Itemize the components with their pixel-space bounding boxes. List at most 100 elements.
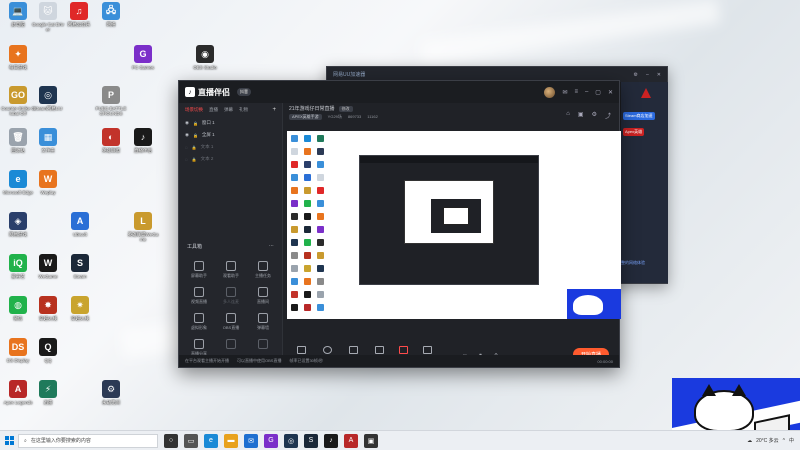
share-icon[interactable]: ⤴ [605, 111, 611, 120]
taskbar-app-icon[interactable]: A [344, 433, 358, 448]
tab-live[interactable]: 直播 [209, 107, 218, 113]
scene-list: ◉ 🔒 窗口 1 ◉ 🔒 全屏 1 ◌ 🔒 文本 1 ◌ 🔒 文本 2 [179, 117, 282, 165]
settings-icon[interactable]: ⚙ [592, 111, 597, 120]
toolbox-item[interactable]: 虚拟形象 [183, 313, 215, 331]
desktop-shortcut[interactable]: ♫ 网易云音乐 [62, 2, 96, 27]
desktop-shortcut[interactable]: ◎ Steam网易UU [31, 86, 65, 111]
desktop-shortcut[interactable]: ✸ 穿越火线 [31, 296, 65, 321]
desktop-shortcut[interactable]: ◍ 微信 [1, 296, 35, 321]
desktop-shortcut[interactable]: 🗑 回收站 [1, 128, 35, 153]
room-actions: ⌂ ▣ ⚙ ⤴ [566, 111, 611, 120]
toolbox-item[interactable]: 屏幕助手 [183, 261, 215, 279]
avatar[interactable] [544, 86, 556, 98]
taskbar-app-icon[interactable]: ◎ [284, 433, 298, 448]
taskbar-app-icon[interactable]: G [264, 433, 278, 448]
platform-badge[interactable]: 抖音 [237, 88, 251, 96]
desktop-shortcut[interactable]: ✷ 穿越火线 [63, 296, 97, 321]
lock-icon[interactable]: 🔒 [192, 157, 197, 162]
close-icon[interactable]: ✕ [608, 89, 613, 96]
game-category[interactable]: APEX英雄手游 [289, 114, 322, 120]
taskbar-app-icon[interactable]: ○ [164, 433, 178, 448]
shop-icon[interactable]: ⌂ [566, 111, 570, 120]
desktop-shortcut[interactable]: ♪ 直播伴侣 [126, 128, 160, 153]
desktop-shortcut[interactable]: A Ubisoft [63, 212, 97, 237]
maximize-icon[interactable]: ▢ [595, 89, 601, 96]
stream-preview[interactable] [287, 131, 621, 319]
toolbox-item[interactable]: 多人连麦 [215, 287, 247, 305]
lock-icon[interactable]: 🔒 [193, 121, 198, 126]
uu-tag-steam[interactable]: Steam商店加速 [623, 112, 655, 120]
start-button[interactable] [0, 431, 18, 450]
toolbox-item[interactable]: OBS直播 [215, 313, 247, 331]
scene-item[interactable]: ◉ 🔒 全屏 1 [179, 129, 282, 141]
desktop-shortcut[interactable]: L 英雄联盟WeGame [126, 212, 160, 242]
desktop-shortcut[interactable]: ◐ 英雄联盟 [94, 128, 128, 153]
desktop-shortcut[interactable]: ◉ OBS Studio [188, 45, 222, 70]
taskbar-app-icon[interactable]: ✉ [244, 433, 258, 448]
scene-item[interactable]: ◌ 🔒 文本 1 [179, 141, 282, 153]
visibility-eye-icon[interactable]: ◌ [185, 145, 188, 150]
desktop-shortcut[interactable]: A Apex Legends [1, 380, 35, 405]
menu-icon[interactable]: ≡ [574, 89, 578, 95]
preview-mini-icon [304, 148, 311, 155]
toolbox-item[interactable]: 观看助手 [215, 261, 247, 279]
weather-icon[interactable]: ☁ [747, 438, 752, 444]
desktop-shortcut[interactable]: 🖧 网络 [94, 2, 128, 27]
desktop-shortcut[interactable]: ◈ 网易游戏 [1, 212, 35, 237]
taskbar-app-icon[interactable]: S [304, 433, 318, 448]
visibility-eye-icon[interactable]: ◉ [185, 120, 189, 126]
message-icon[interactable]: ✉ [562, 89, 567, 96]
desktop-shortcut[interactable]: 🐱 Google Cat Driver [31, 2, 65, 32]
tray-chevron-icon[interactable]: ^ [783, 438, 785, 444]
tab-comments[interactable]: 弹幕 [224, 107, 233, 113]
scene-item[interactable]: ◉ 🔒 窗口 1 [179, 117, 282, 129]
live-companion-window[interactable]: ♪ 直播伴侣 抖音 ✉ ≡ – ▢ ✕ 场景切换 直播 弹幕 礼物 + ◉ 🔒 窗口… [178, 80, 621, 368]
desktop-shortcut[interactable]: W Weplay [31, 170, 65, 195]
desktop-shortcut[interactable]: iQ 爱奇艺 [1, 254, 35, 279]
preview-mini-icon [291, 200, 298, 207]
desktop-shortcut[interactable]: GO Counter-Strike Global Off [1, 86, 35, 116]
desktop-shortcut[interactable]: ✦ 每日游戏 [1, 45, 35, 70]
desktop-shortcut[interactable]: ⚙ 永劫无间 [94, 380, 128, 405]
uu-close-icon[interactable]: ✕ [657, 72, 661, 78]
desktop-shortcut[interactable]: W WeGame [31, 254, 65, 279]
minimize-icon[interactable]: – [585, 89, 588, 95]
taskbar-app-icon[interactable]: e [204, 433, 218, 448]
uu-settings-icon[interactable]: ⚙ [634, 72, 638, 78]
tab-gifts[interactable]: 礼物 [239, 107, 248, 113]
toolbox-more-icon[interactable]: ⋯ [269, 243, 274, 250]
desktop-shortcut[interactable]: Q QQ [31, 338, 65, 363]
weather-text[interactable]: 20°C 多云 [756, 437, 779, 444]
scene-item[interactable]: ◌ 🔒 文本 2 [179, 153, 282, 165]
taskbar-app-icon[interactable]: ♪ [324, 433, 338, 448]
desktop-shortcut[interactable]: e Microsoft Edge [1, 170, 35, 195]
visibility-eye-icon[interactable]: ◌ [185, 157, 188, 162]
tab-scenes[interactable]: 场景切换 [185, 107, 203, 113]
desktop-shortcut[interactable]: 💻 此电脑 [1, 2, 35, 27]
toolbox-item[interactable]: 直播间 [247, 287, 279, 305]
toolbox-item[interactable]: 主播任务 [247, 261, 279, 279]
toolbox-item[interactable]: 视频直播 [183, 287, 215, 305]
layout-icon[interactable]: ▣ [578, 111, 584, 120]
edit-room-button[interactable]: 修改 [338, 105, 353, 112]
visibility-eye-icon[interactable]: ◉ [185, 132, 189, 138]
desktop-shortcut[interactable]: P PUBG BATTLEGROUNDS [94, 86, 128, 116]
taskbar-app-icon[interactable]: ▭ [184, 433, 198, 448]
taskbar-search[interactable]: ⌕ 在这里输入你要搜索的内容 [18, 433, 158, 448]
uu-minimize-icon[interactable]: – [646, 72, 649, 78]
toolbox-item[interactable]: 弹幕墙 [247, 313, 279, 331]
desktop-shortcut[interactable]: ⚡ 迅雷 [31, 380, 65, 405]
desktop-shortcut[interactable]: G PC Games [126, 45, 160, 70]
room-title[interactable]: 21年游戏仔日常直播 [289, 105, 335, 112]
uu-tag-apex[interactable]: Apex英雄 [623, 128, 645, 136]
add-scene-icon[interactable]: + [272, 107, 276, 113]
lock-icon[interactable]: 🔒 [192, 145, 197, 150]
lock-icon[interactable]: 🔒 [193, 133, 198, 138]
desktop-shortcut[interactable]: DS DS Display [1, 338, 35, 363]
desktop-shortcut[interactable]: ▦ 文件夹 [31, 128, 65, 153]
desktop-shortcut[interactable]: S Steam [63, 254, 97, 279]
taskbar-app-icon[interactable]: ▣ [364, 433, 378, 448]
main-titlebar[interactable]: ♪ 直播伴侣 抖音 ✉ ≡ – ▢ ✕ [179, 81, 619, 103]
lang-indicator[interactable]: 中 [789, 437, 794, 444]
taskbar-app-icon[interactable]: ▬ [224, 433, 238, 448]
